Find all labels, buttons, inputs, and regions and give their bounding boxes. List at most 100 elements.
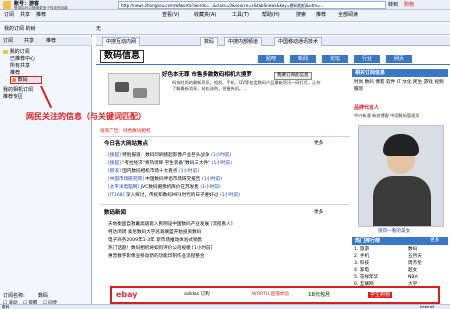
sidebar-subscribe-button[interactable]: 订阅 (3, 38, 13, 45)
nav-tab-tieba[interactable]: 贴吧 (258, 55, 284, 63)
address-input[interactable]: http://news.zhongsou.com/wfwords?words=.… (119, 2, 385, 9)
ad-adidas[interactable]: adidas 订购 (184, 292, 210, 298)
divider (100, 136, 350, 137)
product-title[interactable]: 好色本无罪 市售多款数码相机大搜罗 (162, 72, 252, 79)
sidebar-recommend-button[interactable]: 推荐 (46, 38, 56, 45)
list-item[interactable]: [IT168] 深入探讨，传统和数码MP3时代的日子要好过 (1小时前) (108, 193, 240, 199)
news-title: 数码新闻 (104, 210, 127, 216)
related-link[interactable]: 服装 (354, 87, 363, 92)
list-item[interactable]: 惠普数字影像业移动新的功能印制作业流程整合 (108, 254, 204, 260)
read-all-button[interactable]: 全部阅读 (338, 11, 358, 20)
site-title: 数码信息 (100, 50, 145, 63)
rank-more-link[interactable]: 更多 (430, 237, 439, 245)
today-title: 今日各大网站焦点 (104, 141, 149, 147)
ad-worth[interactable]: WORTH 超值体验 (252, 292, 289, 298)
list-item[interactable]: [太平洋电脑网] JVC数码摄像机降价在苏发售 (1小时前) (108, 185, 221, 191)
related-link[interactable]: 民生 (413, 80, 422, 85)
today-more-link[interactable]: 更多 (314, 140, 323, 148)
avatar (3, 1, 11, 9)
status-left: 数码 (2, 305, 10, 309)
status-right: Internet (420, 305, 435, 309)
list-item[interactable]: [新浪] 国内数码相机市场十大看点 (1小时前) (108, 169, 199, 175)
go-button[interactable]: 转到 (388, 1, 398, 9)
rank-row[interactable]: 5. 花样年华 (354, 275, 378, 281)
list-item[interactable]: 柯达闭闭 索尼数码大学总裁联盟开始投资数码 (108, 230, 201, 236)
nav-tab-news[interactable]: 新闻 (290, 55, 316, 63)
footer-ad-strip: ebay adidas 订购 WORTH 超值体验 18元包月 学生购物 (110, 286, 440, 304)
list-item[interactable]: [搜狐] "考拉经济"将热诱降 学生装备"数码三大件" (1小时前) (108, 161, 232, 167)
menu-tools[interactable]: 工具(T) (232, 11, 249, 20)
tree-item-camera-subscription[interactable]: 我的相机订阅 (3, 87, 33, 93)
divider (100, 204, 350, 205)
site-nav: 贴吧 新闻 论坛 行业 网页 (254, 47, 450, 65)
rank-row[interactable]: 2. 手机 (354, 254, 369, 260)
menu-help[interactable]: 帮助(H) (262, 11, 280, 20)
tree-item-all-shared[interactable]: 所有共享 (10, 63, 30, 69)
related-link[interactable]: 游戏 (424, 80, 433, 85)
recommend-button[interactable]: 推荐 (316, 11, 326, 20)
product-image (108, 73, 160, 105)
list-item[interactable]: 电子商务2009年1-3年 新市场推动体验式销售 (108, 238, 202, 244)
product-desc: 科技时尚的最新资讯。相机、手机、DV等各类数码产品最新资讯一网打尽，让你了解最新… (172, 80, 321, 91)
tree-item-digital[interactable]: 数码 (10, 76, 42, 84)
sidebar-share-button[interactable]: 共享 (24, 38, 34, 45)
related-link[interactable]: 博客 (375, 80, 384, 85)
rank-row[interactable]: 4. 家电 (354, 268, 369, 274)
list-item[interactable]: [搜狐] 特别报道：数码印刷挑起影像产业巨头战争 (1小时前) (108, 153, 231, 159)
person-caption[interactable]: 值得一看的美女 (378, 229, 410, 235)
ad-ebay[interactable]: ebay (116, 290, 138, 300)
list-item[interactable]: [中国市场研究网] 中国数码伴侣市场研究报告 (1小时前) (108, 177, 222, 183)
nav-recommend-button[interactable]: 推荐 (36, 11, 46, 20)
menu-favorites[interactable]: 收藏夹(A) (194, 11, 216, 20)
tree-item-my-subscriptions[interactable]: 我的订阅 (3, 49, 30, 55)
top-bar: 账号：游客 登录后可以使用更多个性化的功能 http://news.zhongs… (0, 0, 450, 10)
toolbar-label: 无 (96, 26, 102, 32)
tree-label: 推荐专区 (3, 94, 24, 100)
nav-tab-web[interactable]: 网页 (386, 55, 412, 63)
nav-tab-industry[interactable]: 行业 (354, 55, 380, 63)
rank-row[interactable]: NBA (408, 275, 418, 281)
nav-subscribe-button[interactable]: 订阅 (4, 11, 14, 20)
tab-digital[interactable]: 数码 (200, 37, 219, 46)
news-more-link[interactable]: 更多 (314, 209, 323, 217)
nav-tab-forum[interactable]: 论坛 (322, 55, 348, 63)
related-link[interactable]: 文化 (402, 80, 411, 85)
tab-internal[interactable]: 中搜互动内网 (102, 37, 141, 46)
tab-channel[interactable]: 中搜内部频道 (224, 37, 263, 46)
related-link[interactable]: 数码 (365, 80, 374, 85)
nav-share-button[interactable]: 共享 (20, 11, 30, 20)
ad-monthly[interactable]: 18元包月 (308, 292, 330, 298)
rank-row[interactable]: 超女 (408, 268, 417, 274)
related-link[interactable]: 视频 (434, 80, 443, 85)
sidebar-title: 我的订阅 的树 (4, 26, 36, 32)
menu-view[interactable]: 查看(V) (162, 11, 179, 20)
rank-row[interactable]: 周杰伦 (408, 261, 422, 267)
tree-label: 我的订阅 (9, 49, 30, 55)
ad-student[interactable]: 学生购物 (368, 292, 393, 298)
related-link[interactable]: 软件 (386, 80, 395, 85)
subscribe-button[interactable]: 我要订阅此信息 (274, 72, 312, 80)
tab-mobile[interactable]: 中国移动通讯技术 (274, 37, 323, 46)
person-photo-hair (383, 134, 419, 156)
person-title: 品牌代言人 (354, 105, 380, 111)
rank-row[interactable]: 数码 (408, 247, 417, 253)
related-link[interactable]: 时尚 (354, 80, 363, 85)
related-link[interactable]: IT (397, 80, 401, 85)
rank-row[interactable]: 五月天 (408, 254, 422, 260)
address-bar[interactable]: http://news.zhongsou.com/wfwords?words=.… (118, 1, 386, 9)
rank-row[interactable]: 1. 旅游 (354, 247, 369, 253)
camera-icon (115, 82, 129, 92)
tree-item-recommend-zone[interactable]: 推荐专区 (3, 94, 23, 100)
rank-row[interactable]: 3. 科技 (354, 261, 369, 267)
tree-item-recommend-center[interactable]: 已推荐中心 (10, 56, 35, 62)
ad-label[interactable]: 投资广告：绿色数码相机 (100, 129, 151, 135)
tree-label: 数码 (17, 77, 28, 83)
subscription-name-value: 数码 (38, 293, 49, 299)
search-button[interactable]: 搜索 (296, 11, 306, 20)
tree-label: 我的相机订阅 (3, 87, 34, 93)
folder-icon (3, 49, 8, 54)
list-item[interactable]: 热门话题！数码相机将如何评价公司规模 [1小时前] (108, 246, 212, 252)
subscription-name-label: 订阅名称: (3, 293, 25, 299)
list-item[interactable]: 天地衡固自救戴高级套入民网设中国数码产业发展 [流程看人] (108, 222, 233, 228)
shop-link[interactable]: 购物 (404, 1, 414, 9)
